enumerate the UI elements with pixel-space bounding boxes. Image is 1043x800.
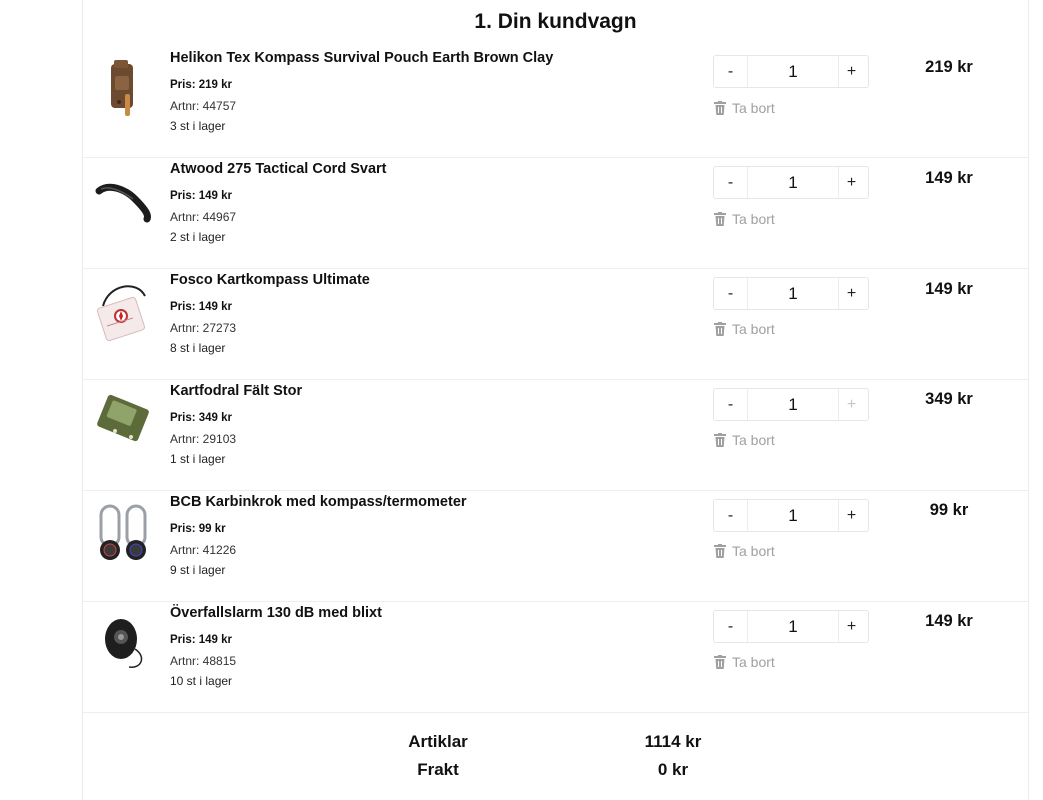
remove-item-button[interactable]: Ta bort (714, 211, 775, 227)
increase-quantity-button[interactable]: + (835, 278, 868, 309)
remove-item-button[interactable]: Ta bort (714, 543, 775, 559)
product-image-map-case[interactable] (95, 387, 151, 459)
line-total: 219 kr (925, 58, 973, 76)
product-artnr: Artnr: 44757 (170, 99, 237, 113)
quantity-stepper: - 1 + (713, 499, 869, 532)
remove-item-button[interactable]: Ta bort (714, 654, 775, 670)
quantity-value[interactable]: 1 (747, 167, 839, 198)
product-name[interactable]: Kartfodral Fält Stor (170, 383, 302, 399)
cart-item: Överfallslarm 130 dB med blixt Pris: 149… (83, 601, 1028, 713)
trash-icon (714, 655, 726, 669)
product-price: Pris: 149 kr (170, 301, 233, 313)
decrease-quantity-button[interactable]: - (714, 611, 747, 642)
increase-quantity-button[interactable]: + (835, 56, 868, 87)
line-total: 99 kr (929, 501, 969, 519)
product-artnr: Artnr: 41226 (170, 543, 237, 557)
product-name[interactable]: Helikon Tex Kompass Survival Pouch Earth… (170, 50, 553, 66)
quantity-stepper: - 1 + (713, 277, 869, 310)
decrease-quantity-button[interactable]: - (714, 167, 747, 198)
cart-item: Atwood 275 Tactical Cord Svart Pris: 149… (83, 157, 1028, 269)
increase-quantity-button: + (846, 396, 857, 413)
product-name[interactable]: BCB Karbinkrok med kompass/termometer (170, 494, 467, 510)
remove-label: Ta bort (732, 654, 775, 670)
stock-status: 8 st i lager (170, 341, 226, 355)
cart-item: Helikon Tex Kompass Survival Pouch Earth… (83, 46, 1028, 158)
product-name[interactable]: Fosco Kartkompass Ultimate (170, 272, 370, 288)
stock-status: 10 st i lager (170, 674, 233, 688)
quantity-value[interactable]: 1 (747, 500, 839, 531)
line-total: 349 kr (925, 390, 973, 408)
product-price: Pris: 149 kr (170, 190, 233, 202)
product-image-carabiners[interactable] (95, 498, 151, 570)
stock-status: 3 st i lager (170, 119, 226, 133)
trash-icon (714, 322, 726, 336)
increase-quantity-button[interactable]: + (835, 500, 868, 531)
articles-value: 1114 kr (644, 732, 702, 751)
page-title: 1. Din kundvagn (474, 10, 637, 33)
product-artnr: Artnr: 27273 (170, 321, 237, 335)
product-artnr: Artnr: 44967 (170, 210, 237, 224)
quantity-stepper: - 1 + (713, 388, 869, 421)
quantity-value[interactable]: 1 (747, 389, 839, 420)
cart-card: 1. Din kundvagn Helikon Tex Kompass Surv… (82, 0, 1029, 800)
line-total: 149 kr (925, 169, 973, 187)
product-image-black-cord[interactable] (95, 165, 151, 237)
remove-label: Ta bort (732, 432, 775, 448)
cart-item: BCB Karbinkrok med kompass/termometer Pr… (83, 490, 1028, 602)
product-price: Pris: 349 kr (170, 412, 233, 424)
shipping-label: Frakt (417, 760, 459, 779)
remove-item-button[interactable]: Ta bort (714, 321, 775, 337)
summary-shipping-row: Frakt 0 kr (83, 760, 1028, 788)
decrease-quantity-button[interactable]: - (714, 278, 747, 309)
product-artnr: Artnr: 29103 (170, 432, 237, 446)
product-image-brown-pouch[interactable] (95, 54, 151, 126)
product-price: Pris: 149 kr (170, 634, 233, 646)
remove-label: Ta bort (732, 543, 775, 559)
quantity-value[interactable]: 1 (747, 56, 839, 87)
decrease-quantity-button[interactable]: - (714, 389, 747, 420)
trash-icon (714, 433, 726, 447)
summary-articles-row: Artiklar 1114 kr (83, 732, 1028, 760)
remove-label: Ta bort (732, 100, 775, 116)
trash-icon (714, 101, 726, 115)
quantity-stepper: - 1 + (713, 55, 869, 88)
articles-label: Artiklar (408, 732, 468, 751)
decrease-quantity-button[interactable]: - (714, 56, 747, 87)
product-price: Pris: 219 kr (170, 79, 233, 91)
product-price: Pris: 99 kr (170, 523, 226, 535)
quantity-value[interactable]: 1 (747, 278, 839, 309)
stock-status: 2 st i lager (170, 230, 226, 244)
increase-quantity-button[interactable]: + (835, 611, 868, 642)
product-name[interactable]: Atwood 275 Tactical Cord Svart (170, 161, 386, 177)
remove-item-button[interactable]: Ta bort (714, 100, 775, 116)
increase-quantity-button[interactable]: + (835, 167, 868, 198)
stock-status: 9 st i lager (170, 563, 226, 577)
trash-icon (714, 212, 726, 226)
product-name[interactable]: Överfallslarm 130 dB med blixt (170, 605, 382, 621)
cart-item: Fosco Kartkompass Ultimate Pris: 149 kr … (83, 268, 1028, 380)
product-artnr: Artnr: 48815 (170, 654, 237, 668)
line-total: 149 kr (925, 280, 973, 298)
cart-item: Kartfodral Fält Stor Pris: 349 kr Artnr:… (83, 379, 1028, 491)
stock-status: 1 st i lager (170, 452, 226, 466)
trash-icon (714, 544, 726, 558)
line-total: 149 kr (925, 612, 973, 630)
quantity-stepper: - 1 + (713, 610, 869, 643)
remove-label: Ta bort (732, 211, 775, 227)
remove-item-button[interactable]: Ta bort (714, 432, 775, 448)
quantity-stepper: - 1 + (713, 166, 869, 199)
decrease-quantity-button[interactable]: - (714, 500, 747, 531)
product-image-alarm[interactable] (95, 609, 151, 681)
product-image-map-compass[interactable] (95, 276, 151, 348)
shipping-value: 0 kr (657, 760, 689, 779)
remove-label: Ta bort (732, 321, 775, 337)
quantity-value[interactable]: 1 (747, 611, 839, 642)
